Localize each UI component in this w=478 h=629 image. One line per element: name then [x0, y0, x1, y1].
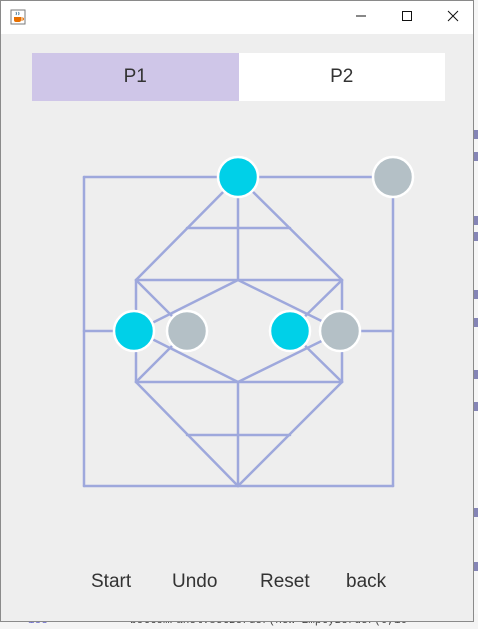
minimize-icon — [355, 9, 367, 27]
maximize-button[interactable] — [384, 1, 430, 34]
p1-piece-middle-left[interactable] — [112, 309, 156, 353]
close-icon — [447, 9, 459, 27]
java-coffee-cup-icon — [10, 9, 26, 25]
game-window: P1 P2 Start Undo Reset back — [0, 0, 474, 622]
minimize-button[interactable] — [338, 1, 384, 34]
tab-player-1-label: P1 — [123, 66, 147, 87]
tab-player-2[interactable]: P2 — [238, 53, 445, 101]
player-tabs: P1 P2 — [32, 53, 445, 101]
p2-piece-middle-right[interactable] — [318, 309, 362, 353]
reset-button[interactable]: Reset — [260, 569, 310, 595]
p1-piece-middle-inner-right[interactable] — [268, 309, 312, 353]
p2-piece-top-right-corner[interactable] — [371, 155, 415, 199]
maximize-icon — [401, 9, 413, 27]
start-button[interactable]: Start — [91, 569, 131, 595]
tab-player-1[interactable]: P1 — [32, 53, 239, 101]
background-editor-strip — [474, 0, 478, 629]
back-button[interactable]: back — [346, 569, 386, 595]
tab-player-2-label: P2 — [330, 66, 354, 87]
close-button[interactable] — [430, 1, 476, 34]
title-bar[interactable] — [1, 1, 473, 34]
undo-button[interactable]: Undo — [172, 569, 217, 595]
p2-piece-middle-inner-left[interactable] — [165, 309, 209, 353]
p1-piece-top-center[interactable] — [216, 155, 260, 199]
